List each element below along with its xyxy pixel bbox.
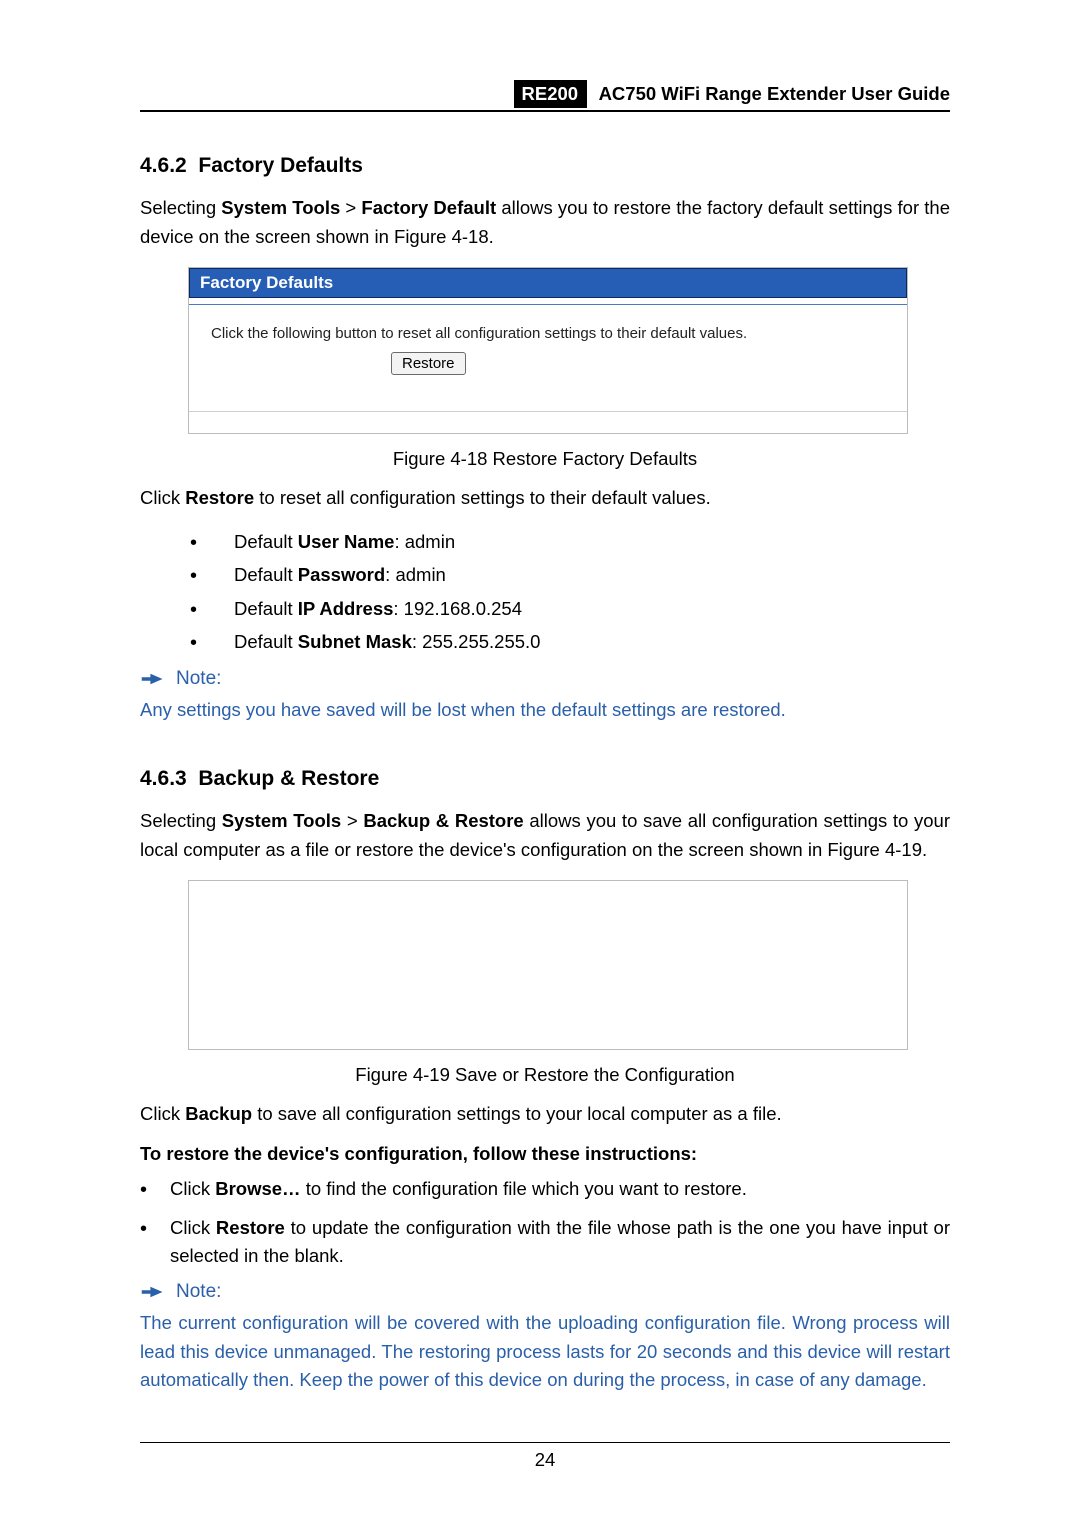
section-number: 4.6.3 — [140, 767, 187, 790]
note-header: Note: — [140, 1281, 950, 1303]
page-number: 24 — [535, 1449, 556, 1470]
note-label: Note: — [176, 668, 221, 690]
figure-4-18-caption: Figure 4-18 Restore Factory Defaults — [140, 448, 950, 470]
page-footer: 24 — [140, 1442, 950, 1471]
section-4-6-3-para: Selecting System Tools > Backup & Restor… — [140, 807, 950, 864]
page-header: RE200 AC750 WiFi Range Extender User Gui… — [140, 80, 950, 112]
model-badge: RE200 — [514, 80, 588, 108]
restore-steps-list: Click Browse… to find the configuration … — [140, 1175, 950, 1271]
section-heading: Factory Defaults — [198, 154, 363, 177]
section-heading: Backup & Restore — [198, 767, 379, 790]
list-item: Default Password: admin — [190, 558, 950, 591]
header-title: RE200 AC750 WiFi Range Extender User Gui… — [514, 80, 950, 108]
note-2-text: The current configuration will be covere… — [140, 1309, 950, 1395]
page-content: RE200 AC750 WiFi Range Extender User Gui… — [0, 0, 1080, 1455]
panel-separator — [189, 411, 907, 433]
list-item: Default IP Address: 192.168.0.254 — [190, 592, 950, 625]
section-4-6-3-title: 4.6.3 Backup & Restore — [140, 767, 950, 791]
factory-defaults-instruction: Click the following button to reset all … — [211, 325, 885, 342]
section-4-6-2-title: 4.6.2 Factory Defaults — [140, 154, 950, 178]
figure-4-19-caption: Figure 4-19 Save or Restore the Configur… — [140, 1064, 950, 1086]
click-restore-text: Click Restore to reset all configuration… — [140, 484, 950, 513]
click-backup-text: Click Backup to save all configuration s… — [140, 1100, 950, 1129]
pointing-hand-icon — [140, 670, 166, 688]
list-item: Click Browse… to find the configuration … — [140, 1175, 950, 1204]
list-item: Default Subnet Mask: 255.255.255.0 — [190, 625, 950, 658]
note-label: Note: — [176, 1281, 221, 1303]
restore-button[interactable]: Restore — [391, 352, 466, 375]
list-item: Default User Name: admin — [190, 525, 950, 558]
note-1-text: Any settings you have saved will be lost… — [140, 696, 950, 725]
pointing-hand-icon — [140, 1283, 166, 1301]
figure-4-18-panel: Factory Defaults Click the following but… — [188, 267, 908, 434]
defaults-list: Default User Name: admin Default Passwor… — [190, 525, 950, 658]
section-4-6-2-para: Selecting System Tools > Factory Default… — [140, 194, 950, 251]
note-header: Note: — [140, 668, 950, 690]
factory-defaults-panel-body: Click the following button to reset all … — [189, 304, 907, 411]
factory-defaults-panel-title: Factory Defaults — [189, 268, 907, 298]
header-guide-title: AC750 WiFi Range Extender User Guide — [599, 83, 950, 104]
section-number: 4.6.2 — [140, 154, 187, 177]
list-item: Click Restore to update the configuratio… — [140, 1214, 950, 1271]
figure-4-19-panel — [188, 880, 908, 1050]
restore-instructions-heading: To restore the device's configuration, f… — [140, 1143, 950, 1165]
